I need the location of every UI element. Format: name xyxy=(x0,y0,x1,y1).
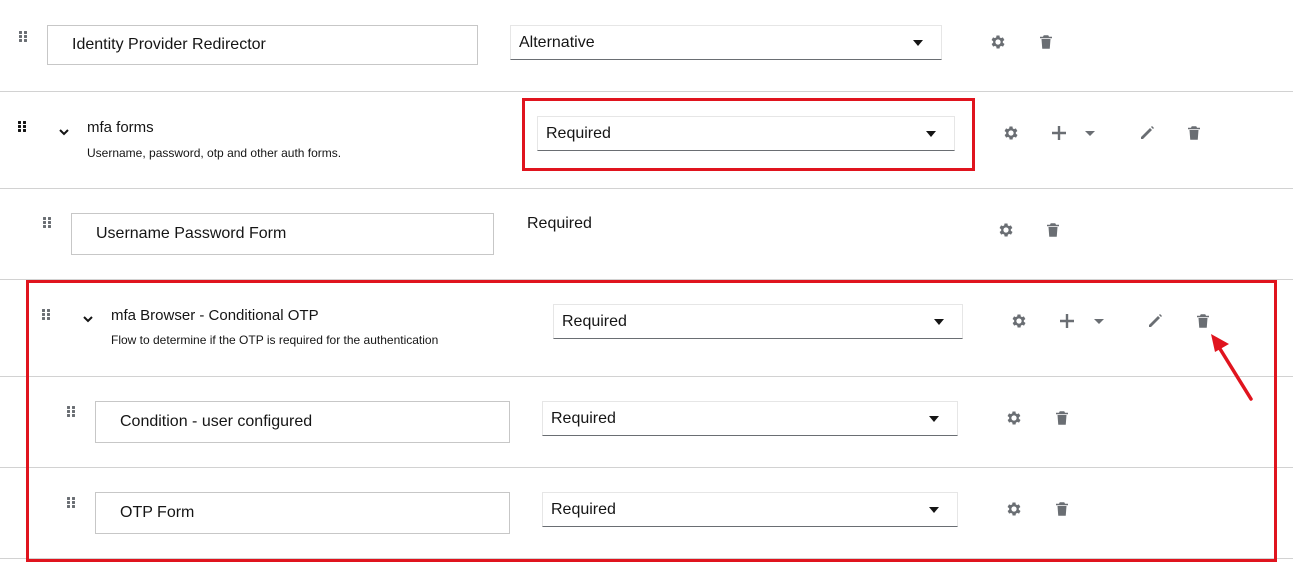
drag-handle-icon[interactable] xyxy=(67,406,75,418)
chevron-down-icon[interactable] xyxy=(82,311,94,323)
drag-handle-icon[interactable] xyxy=(42,309,50,321)
execution-name: Identity Provider Redirector xyxy=(47,25,478,65)
caret-down-icon xyxy=(913,40,923,46)
trash-icon[interactable] xyxy=(1044,221,1062,239)
caret-down-icon[interactable] xyxy=(1084,128,1096,138)
drag-handle-icon[interactable] xyxy=(43,217,51,229)
caret-down-icon xyxy=(926,131,936,137)
drag-handle-icon[interactable] xyxy=(67,497,75,509)
requirement-value: Required xyxy=(562,313,627,330)
execution-row: Condition - user configured Required xyxy=(0,377,1293,467)
requirement-value: Required xyxy=(546,125,611,142)
trash-icon[interactable] xyxy=(1037,33,1055,51)
execution-row: OTP Form Required xyxy=(0,468,1293,558)
requirement-select[interactable]: Required xyxy=(542,401,958,436)
execution-name: OTP Form xyxy=(95,492,510,534)
requirement-select[interactable]: Required xyxy=(553,304,963,339)
trash-icon[interactable] xyxy=(1053,409,1071,427)
flow-title: mfa Browser - Conditional OTP xyxy=(111,307,319,324)
gear-icon[interactable] xyxy=(1002,124,1020,142)
execution-row: Username Password Form Required xyxy=(0,189,1293,279)
drag-handle-icon[interactable] xyxy=(18,121,26,133)
execution-name: Condition - user configured xyxy=(95,401,510,443)
requirement-value: Required xyxy=(551,501,616,518)
requirement-select[interactable]: Alternative xyxy=(510,25,942,60)
gear-icon[interactable] xyxy=(997,221,1015,239)
plus-icon[interactable] xyxy=(1058,312,1076,330)
trash-icon[interactable] xyxy=(1194,312,1212,330)
flow-row: mfa forms Username, password, otp and ot… xyxy=(0,92,1293,188)
caret-down-icon xyxy=(934,319,944,325)
gear-icon[interactable] xyxy=(989,33,1007,51)
requirement-value: Required xyxy=(527,215,592,232)
plus-icon[interactable] xyxy=(1050,124,1068,142)
caret-down-icon xyxy=(929,507,939,513)
flow-title: mfa forms xyxy=(87,119,154,136)
flow-description: Flow to determine if the OTP is required… xyxy=(111,333,439,347)
trash-icon[interactable] xyxy=(1053,500,1071,518)
gear-icon[interactable] xyxy=(1005,409,1023,427)
flow-description: Username, password, otp and other auth f… xyxy=(87,146,342,160)
flow-row: mfa Browser - Conditional OTP Flow to de… xyxy=(0,280,1293,376)
pencil-icon[interactable] xyxy=(1146,312,1164,330)
pencil-icon[interactable] xyxy=(1138,124,1156,142)
row-divider xyxy=(0,558,1293,559)
requirement-select[interactable]: Required xyxy=(542,492,958,527)
trash-icon[interactable] xyxy=(1185,124,1203,142)
chevron-down-icon[interactable] xyxy=(58,124,70,136)
requirement-value: Alternative xyxy=(519,34,595,51)
requirement-value: Required xyxy=(551,410,616,427)
execution-row: Identity Provider Redirector Alternative xyxy=(0,0,1293,91)
requirement-select[interactable]: Required xyxy=(537,116,955,151)
execution-name: Username Password Form xyxy=(71,213,494,255)
caret-down-icon xyxy=(929,416,939,422)
caret-down-icon[interactable] xyxy=(1093,316,1105,326)
gear-icon[interactable] xyxy=(1005,500,1023,518)
gear-icon[interactable] xyxy=(1010,312,1028,330)
drag-handle-icon[interactable] xyxy=(19,31,27,43)
